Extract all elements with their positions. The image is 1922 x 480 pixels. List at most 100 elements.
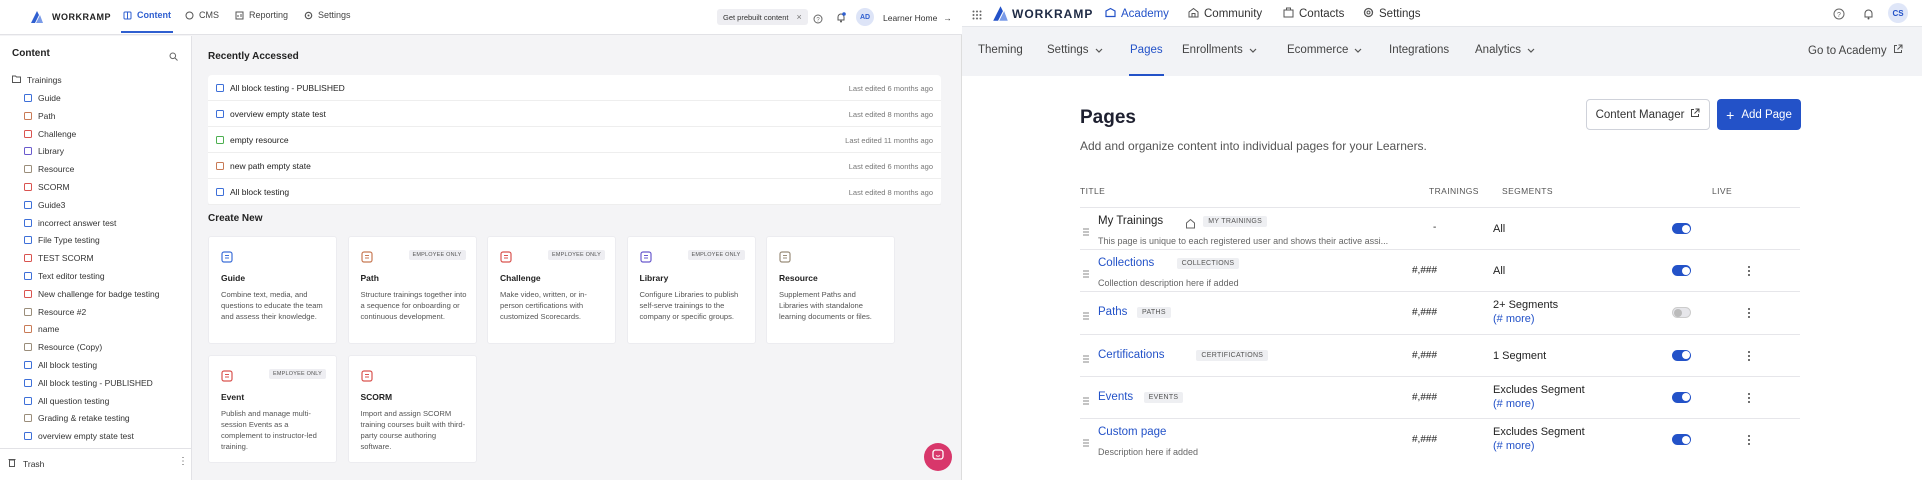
more-options-icon[interactable] — [1746, 349, 1752, 361]
page-name-link[interactable]: Events — [1098, 391, 1133, 403]
page-name-link[interactable]: Collections — [1098, 257, 1154, 269]
more-options-icon[interactable]: ⋮ — [178, 456, 188, 467]
tree-item[interactable]: Grading & retake testing — [24, 413, 130, 423]
live-toggle[interactable] — [1672, 349, 1691, 361]
more-options-icon[interactable] — [1746, 264, 1752, 277]
page-name-link[interactable]: My Trainings — [1098, 215, 1163, 227]
bell-icon[interactable] — [836, 10, 846, 28]
recent-row[interactable]: All block testing Last edited 8 months ag… — [208, 179, 941, 205]
chat-launcher-button[interactable] — [924, 443, 952, 471]
avatar[interactable]: CS — [1888, 3, 1908, 23]
drag-handle-icon[interactable] — [1082, 224, 1090, 236]
table-row[interactable]: Events EVENTS #,### Excludes Segment (# more… — [1080, 375, 1800, 418]
more-options-icon[interactable] — [1746, 306, 1752, 319]
app-grid-icon[interactable] — [972, 7, 982, 25]
subnav-pages[interactable]: Pages — [1129, 44, 1164, 76]
table-row[interactable]: Collections COLLECTIONS Collection descrip… — [1080, 249, 1800, 291]
recent-row[interactable]: new path empty state Last edited 6 months… — [208, 153, 941, 179]
segments-more-link[interactable]: (# more) — [1493, 312, 1558, 326]
table-row[interactable]: My Trainings MY TRAININGS This page is uni… — [1080, 207, 1800, 249]
create-card-scorm[interactable]: SCORM Import and assign SCORM training co… — [347, 355, 477, 463]
tree-item[interactable]: Library — [24, 146, 64, 156]
add-page-button[interactable]: + Add Page — [1717, 99, 1801, 130]
drag-handle-icon[interactable] — [1082, 308, 1090, 320]
prebuilt-content-chip[interactable]: Get prebuilt content × — [717, 9, 808, 25]
table-row[interactable]: Certifications CERTIFICATIONS #,### 1 Segme… — [1080, 333, 1800, 376]
subnav-settings[interactable]: Settings — [1047, 44, 1103, 56]
segments-more-link[interactable]: (# more) — [1493, 439, 1585, 453]
nav-reporting[interactable]: Reporting — [235, 10, 288, 20]
column-header-title[interactable]: TITLE — [1080, 186, 1105, 196]
close-icon[interactable]: × — [796, 12, 801, 22]
column-header-segments[interactable]: SEGMENTS — [1502, 186, 1553, 196]
column-header-live[interactable]: LIVE — [1712, 186, 1732, 196]
go-to-academy-link[interactable]: Go to Academy — [1808, 44, 1903, 57]
subnav-analytics[interactable]: Analytics — [1475, 44, 1535, 56]
tree-item[interactable]: overview empty state test — [24, 431, 134, 441]
nav-contacts[interactable]: Contacts — [1283, 7, 1344, 21]
content-manager-button[interactable]: Content Manager — [1586, 99, 1710, 130]
subnav-ecommerce[interactable]: Ecommerce — [1287, 44, 1362, 56]
tree-item[interactable]: name — [24, 324, 59, 334]
create-card-path[interactable]: EMPLOYEE ONLY Path Structure trainings tog… — [347, 236, 477, 344]
create-card-challenge[interactable]: EMPLOYEE ONLY Challenge Make video, writte… — [487, 236, 616, 344]
workramp-logo-icon[interactable] — [992, 5, 1009, 27]
tree-item[interactable]: All question testing — [24, 396, 109, 406]
tree-item[interactable]: All block testing — [24, 360, 97, 370]
drag-handle-icon[interactable] — [1082, 266, 1090, 278]
tree-item[interactable]: Resource (Copy) — [24, 342, 102, 352]
create-card-event[interactable]: EMPLOYEE ONLY Event Publish and manage mul… — [208, 355, 337, 463]
nav-settings-right[interactable]: Settings — [1363, 7, 1421, 21]
drag-handle-icon[interactable] — [1082, 393, 1090, 405]
live-toggle[interactable] — [1672, 434, 1691, 445]
nav-settings[interactable]: Settings — [304, 10, 351, 20]
recent-row[interactable]: empty resource Last edited 11 months ago — [208, 127, 941, 153]
create-card-guide[interactable]: Guide Combine text, media, and questions … — [208, 236, 337, 344]
bell-icon[interactable] — [1863, 7, 1874, 25]
page-name-link[interactable]: Certifications — [1098, 349, 1164, 361]
table-row[interactable]: Custom page Description here if added #,##… — [1080, 418, 1800, 460]
tree-item[interactable]: TEST SCORM — [24, 253, 94, 263]
segments-more-link[interactable]: (# more) — [1493, 397, 1585, 411]
drag-handle-icon[interactable] — [1082, 435, 1090, 447]
nav-community[interactable]: Community — [1188, 7, 1262, 21]
tree-item[interactable]: New challenge for badge testing — [24, 289, 159, 299]
tree-root-trainings[interactable]: Trainings — [12, 75, 62, 85]
tree-item[interactable]: Resource — [24, 164, 74, 174]
tree-item[interactable]: Guide — [24, 93, 61, 103]
subnav-enrollments[interactable]: Enrollments — [1182, 44, 1257, 56]
page-name-link[interactable]: Custom page — [1098, 426, 1166, 438]
drag-handle-icon[interactable] — [1082, 351, 1090, 363]
more-options-icon[interactable] — [1746, 391, 1752, 403]
search-icon[interactable] — [169, 48, 178, 66]
live-toggle[interactable] — [1672, 223, 1691, 234]
more-options-icon[interactable] — [1746, 433, 1752, 445]
table-row[interactable]: Paths PATHS #,### 2+ Segments (# more) — [1080, 291, 1800, 333]
tree-item[interactable]: incorrect answer test — [24, 218, 116, 228]
recent-row[interactable]: All block testing - PUBLISHED Last edited… — [208, 75, 941, 101]
nav-academy[interactable]: Academy — [1105, 7, 1169, 21]
live-toggle[interactable] — [1672, 265, 1691, 277]
recent-row[interactable]: overview empty state test Last edited 8 m… — [208, 101, 941, 127]
avatar[interactable]: AD — [856, 8, 874, 26]
nav-content[interactable]: Content — [121, 10, 173, 33]
tree-item[interactable]: Guide3 — [24, 200, 65, 210]
tree-item[interactable]: Path — [24, 111, 56, 121]
nav-cms[interactable]: CMS — [185, 10, 219, 20]
create-card-library[interactable]: EMPLOYEE ONLY Library Configure Libraries … — [626, 236, 756, 344]
help-icon[interactable]: ? — [813, 11, 823, 29]
tree-item[interactable]: All block testing - PUBLISHED — [24, 378, 153, 388]
live-toggle[interactable] — [1672, 391, 1691, 403]
help-icon[interactable]: ? — [1833, 7, 1845, 25]
page-name-link[interactable]: Paths — [1098, 306, 1127, 318]
create-card-resource[interactable]: Resource Supplement Paths and Libraries w… — [766, 236, 895, 344]
tree-item[interactable]: SCORM — [24, 182, 70, 192]
trash-link[interactable]: Trash — [8, 458, 44, 469]
subnav-theming[interactable]: Theming — [978, 44, 1023, 56]
tree-item[interactable]: Resource #2 — [24, 307, 86, 317]
column-header-trainings[interactable]: TRAININGS — [1429, 186, 1479, 196]
tree-item[interactable]: Text editor testing — [24, 271, 105, 281]
tree-item[interactable]: File Type testing — [24, 235, 100, 245]
workramp-logo-icon[interactable] — [30, 10, 44, 29]
tree-item[interactable]: Challenge — [24, 129, 76, 139]
